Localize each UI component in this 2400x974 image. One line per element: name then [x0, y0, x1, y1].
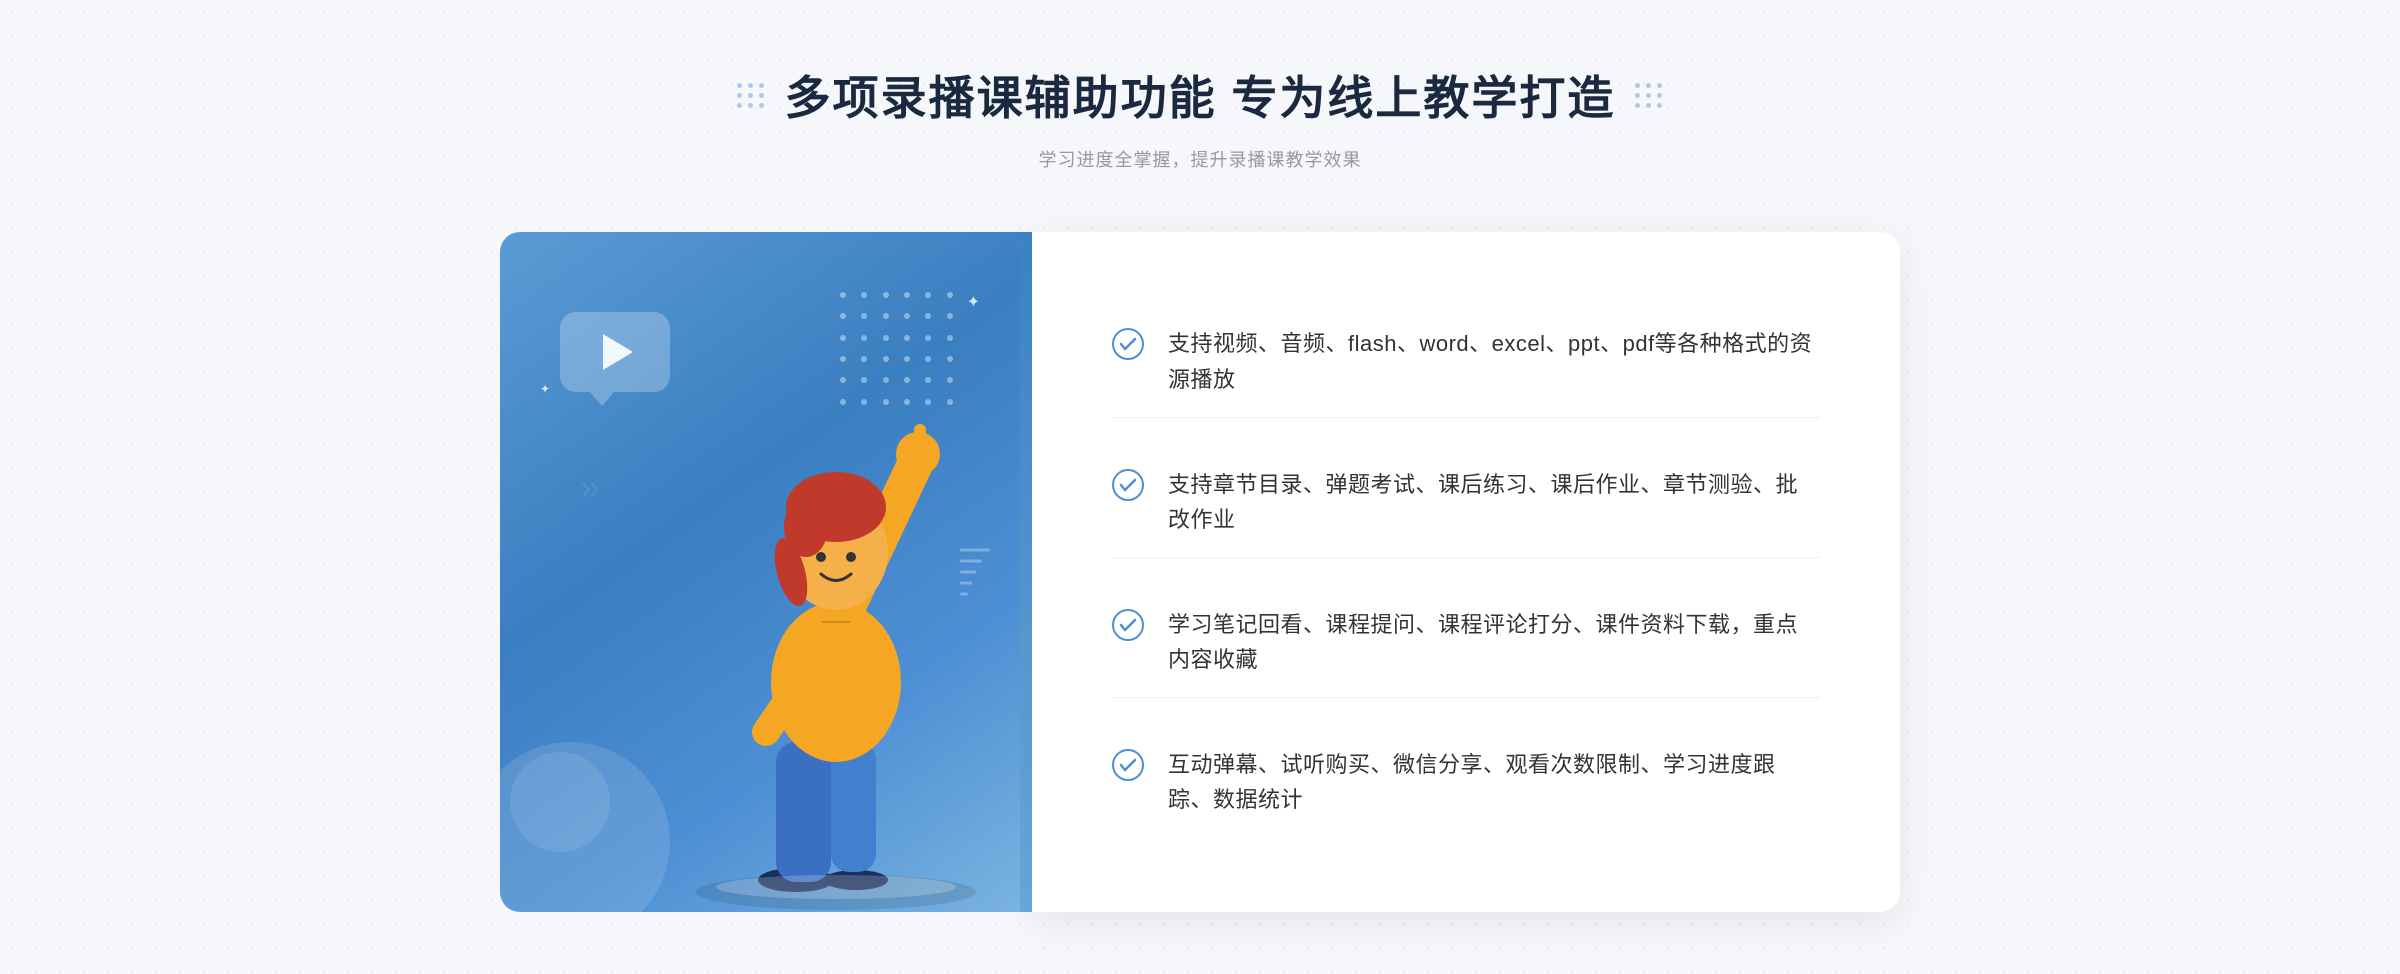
feature-item-4: 互动弹幕、试听购买、微信分享、观看次数限制、学习进度跟踪、数据统计: [1112, 727, 1820, 837]
content-area: ✦ ✦: [500, 232, 1900, 912]
sparkle-1: ✦: [967, 292, 980, 312]
left-decoration: [737, 83, 765, 108]
check-icon-4: [1112, 749, 1144, 781]
feature-item-3: 学习笔记回看、课程提问、课程评论打分、课件资料下载，重点内容收藏: [1112, 587, 1820, 698]
feature-text-4: 互动弹幕、试听购买、微信分享、观看次数限制、学习进度跟踪、数据统计: [1168, 747, 1820, 817]
feature-text-2: 支持章节目录、弹题考试、课后练习、课后作业、章节测验、批改作业: [1168, 467, 1820, 537]
deco-circle-medium: [510, 752, 610, 852]
play-icon: [603, 334, 633, 370]
feature-text-1: 支持视频、音频、flash、word、excel、ppt、pdf等各种格式的资源…: [1168, 326, 1820, 396]
check-icon-1: [1112, 328, 1144, 360]
page-container: 多项录播课辅助功能 专为线上教学打造 学习进度全掌握，提升录播课教学效果: [500, 2, 1900, 972]
header-section: 多项录播课辅助功能 专为线上教学打造 学习进度全掌握，提升录播课教学效果: [737, 62, 1664, 172]
right-decoration: [1635, 83, 1663, 108]
panel-connector-bar: [1020, 232, 1032, 912]
check-icon-3: [1112, 609, 1144, 641]
left-illustration-panel: ✦ ✦: [500, 232, 1020, 912]
right-features-panel: 支持视频、音频、flash、word、excel、ppt、pdf等各种格式的资源…: [1032, 232, 1900, 912]
feature-item-2: 支持章节目录、弹题考试、课后练习、课后作业、章节测验、批改作业: [1112, 447, 1820, 558]
title-row: 多项录播课辅助功能 专为线上教学打造: [737, 62, 1664, 128]
bubble-tail: [590, 392, 614, 406]
feature-text-3: 学习笔记回看、课程提问、课程评论打分、课件资料下载，重点内容收藏: [1168, 607, 1820, 677]
subtitle: 学习进度全掌握，提升录播课教学效果: [1039, 146, 1362, 172]
main-title: 多项录播课辅助功能 专为线上教学打造: [785, 62, 1616, 128]
check-icon-2: [1112, 469, 1144, 501]
figure-illustration: [646, 332, 1020, 912]
feature-item-1: 支持视频、音频、flash、word、excel、ppt、pdf等各种格式的资源…: [1112, 306, 1820, 417]
sparkle-2: ✦: [540, 382, 550, 396]
left-arrow-decoration: »: [580, 466, 600, 508]
